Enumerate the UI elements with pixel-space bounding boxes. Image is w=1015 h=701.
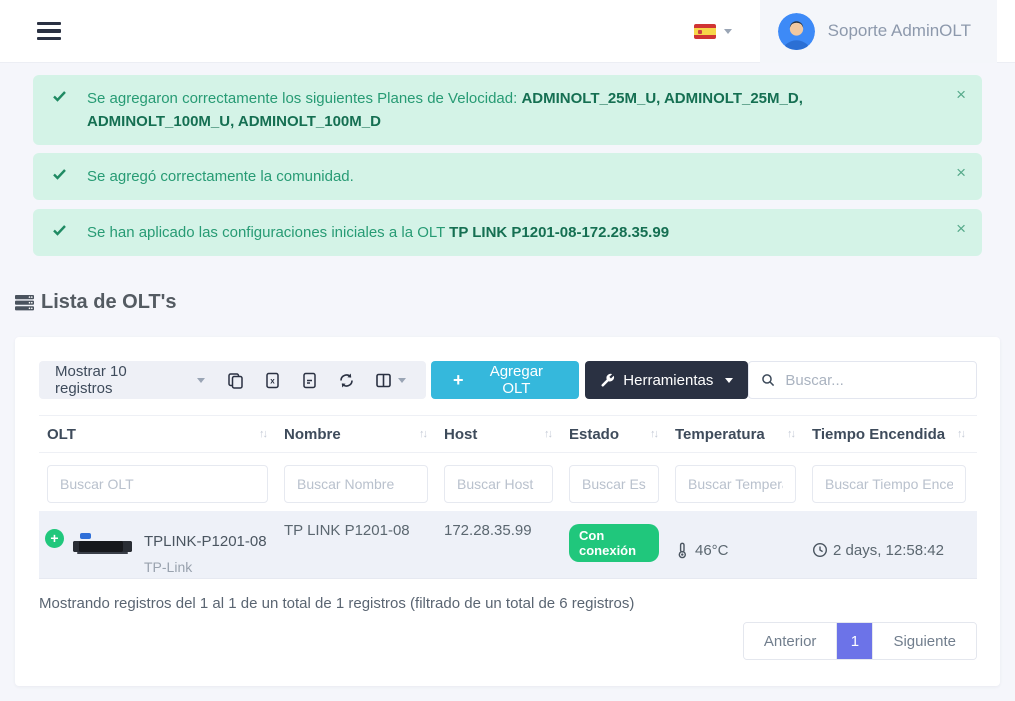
table-search <box>748 361 977 399</box>
table-row[interactable]: + TPLINK-P1201-08 TP-Link TP LINK P1201-… <box>39 511 977 579</box>
hamburger-icon <box>37 22 61 26</box>
tools-dropdown-button[interactable]: Herramientas <box>585 361 748 399</box>
filter-tiempo-input[interactable] <box>812 465 966 503</box>
table-info: Mostrando registros del 1 al 1 de un tot… <box>39 595 977 612</box>
host-cell: 172.28.35.99 <box>436 511 561 578</box>
spain-flag-icon <box>694 24 716 39</box>
refresh-icon <box>338 372 355 389</box>
filter-olt-input[interactable] <box>47 465 268 503</box>
table-filter-row <box>39 453 977 511</box>
add-olt-button[interactable]: + Agregar OLT <box>431 361 579 399</box>
alert-message: Se agregó correctamente la comunidad. <box>87 165 938 188</box>
success-alert-configuraciones: Se han aplicado las configuraciones inic… <box>33 209 982 256</box>
sort-icon[interactable]: ↑↓ <box>544 428 551 440</box>
navbar-right: Soporte AdminOLT <box>694 0 997 62</box>
excel-file-icon: x <box>264 372 281 389</box>
server-icon <box>15 295 34 311</box>
expand-row-button[interactable]: + <box>45 529 64 548</box>
page-number-button[interactable]: 1 <box>836 623 872 659</box>
pagination-row: Anterior 1 Siguiente <box>39 622 977 660</box>
olt-table: OLT↑↓ Nombre↑↓ Host↑↓ Estado↑↓ Temperatu… <box>39 415 977 579</box>
sort-icon[interactable]: ↑↓ <box>787 428 794 440</box>
copy-icon <box>227 372 244 389</box>
refresh-button[interactable] <box>328 368 365 393</box>
table-header-row: OLT↑↓ Nombre↑↓ Host↑↓ Estado↑↓ Temperatu… <box>39 415 977 453</box>
success-alert-comunidad: Se agregó correctamente la comunidad. × <box>33 153 982 200</box>
user-menu[interactable]: Soporte AdminOLT <box>760 0 997 63</box>
alert-message: Se han aplicado las configuraciones inic… <box>87 221 938 244</box>
top-navbar: Soporte AdminOLT <box>0 0 1015 63</box>
temperatura-cell: 46°C <box>667 511 804 578</box>
excel-export-button[interactable]: x <box>254 368 291 393</box>
page-title: Lista de OLT's <box>41 291 177 314</box>
close-icon[interactable]: × <box>956 85 966 105</box>
plus-icon: + <box>453 370 464 391</box>
search-input[interactable] <box>785 372 964 389</box>
status-badge: Con conexión <box>569 524 659 562</box>
estado-cell: Con conexión <box>561 511 667 578</box>
wrench-icon <box>600 373 615 388</box>
clock-icon <box>812 542 828 558</box>
table-controls: Mostrar 10 registros x <box>39 361 426 399</box>
olt-device-image <box>73 533 132 557</box>
sort-icon[interactable]: ↑↓ <box>957 428 964 440</box>
show-entries-dropdown[interactable]: Mostrar 10 registros <box>55 363 205 397</box>
sort-icon[interactable]: ↑↓ <box>650 428 657 440</box>
thermometer-icon <box>675 542 690 559</box>
chevron-down-icon <box>725 378 733 383</box>
sort-icon[interactable]: ↑↓ <box>419 428 426 440</box>
language-selector[interactable] <box>694 24 732 39</box>
chevron-down-icon <box>724 29 732 34</box>
export-buttons: x <box>217 368 416 393</box>
next-page-button[interactable]: Siguiente <box>872 623 976 659</box>
check-icon <box>53 225 66 236</box>
column-header-nombre[interactable]: Nombre↑↓ <box>276 416 436 452</box>
olt-name: TPLINK-P1201-08 <box>144 533 267 550</box>
chevron-down-icon <box>197 378 205 383</box>
menu-toggle-button[interactable] <box>33 18 65 45</box>
olt-names: TPLINK-P1201-08 TP-Link <box>144 533 267 575</box>
alert-message: Se agregaron correctamente los siguiente… <box>87 87 938 133</box>
pagination: Anterior 1 Siguiente <box>743 622 977 660</box>
nombre-cell: TP LINK P1201-08 <box>276 511 436 578</box>
page-header: Lista de OLT's <box>15 291 1000 314</box>
olt-cell: + TPLINK-P1201-08 TP-Link <box>39 511 276 578</box>
sort-icon[interactable]: ↑↓ <box>259 428 266 440</box>
columns-icon <box>375 372 392 389</box>
table-toolbar: Mostrar 10 registros x <box>39 361 977 399</box>
close-icon[interactable]: × <box>956 163 966 183</box>
user-name: Soporte AdminOLT <box>828 21 971 41</box>
tiempo-cell: 2 days, 12:58:42 <box>804 511 974 578</box>
file-icon <box>301 372 318 389</box>
chevron-down-icon <box>398 378 406 383</box>
check-icon <box>53 91 66 102</box>
olt-brand: TP-Link <box>144 559 267 575</box>
column-header-temperatura[interactable]: Temperatura↑↓ <box>667 416 804 452</box>
column-header-tiempo-encendida[interactable]: Tiempo Encendida↑↓ <box>804 416 974 452</box>
column-header-olt[interactable]: OLT↑↓ <box>39 416 276 452</box>
check-icon <box>53 169 66 180</box>
olt-list-card: Mostrar 10 registros x <box>15 337 1000 686</box>
filter-host-input[interactable] <box>444 465 553 503</box>
close-icon[interactable]: × <box>956 219 966 239</box>
filter-estado-input[interactable] <box>569 465 659 503</box>
filter-temperatura-input[interactable] <box>675 465 796 503</box>
svg-text:x: x <box>270 376 275 385</box>
column-visibility-button[interactable] <box>365 368 416 393</box>
column-header-estado[interactable]: Estado↑↓ <box>561 416 667 452</box>
file-export-button[interactable] <box>291 368 328 393</box>
previous-page-button[interactable]: Anterior <box>744 623 837 659</box>
copy-button[interactable] <box>217 368 254 393</box>
success-alert-planes: Se agregaron correctamente los siguiente… <box>33 75 982 145</box>
main-content: Se agregaron correctamente los siguiente… <box>0 75 1015 686</box>
filter-nombre-input[interactable] <box>284 465 428 503</box>
column-header-host[interactable]: Host↑↓ <box>436 416 561 452</box>
avatar <box>778 13 815 50</box>
search-icon <box>761 372 775 388</box>
